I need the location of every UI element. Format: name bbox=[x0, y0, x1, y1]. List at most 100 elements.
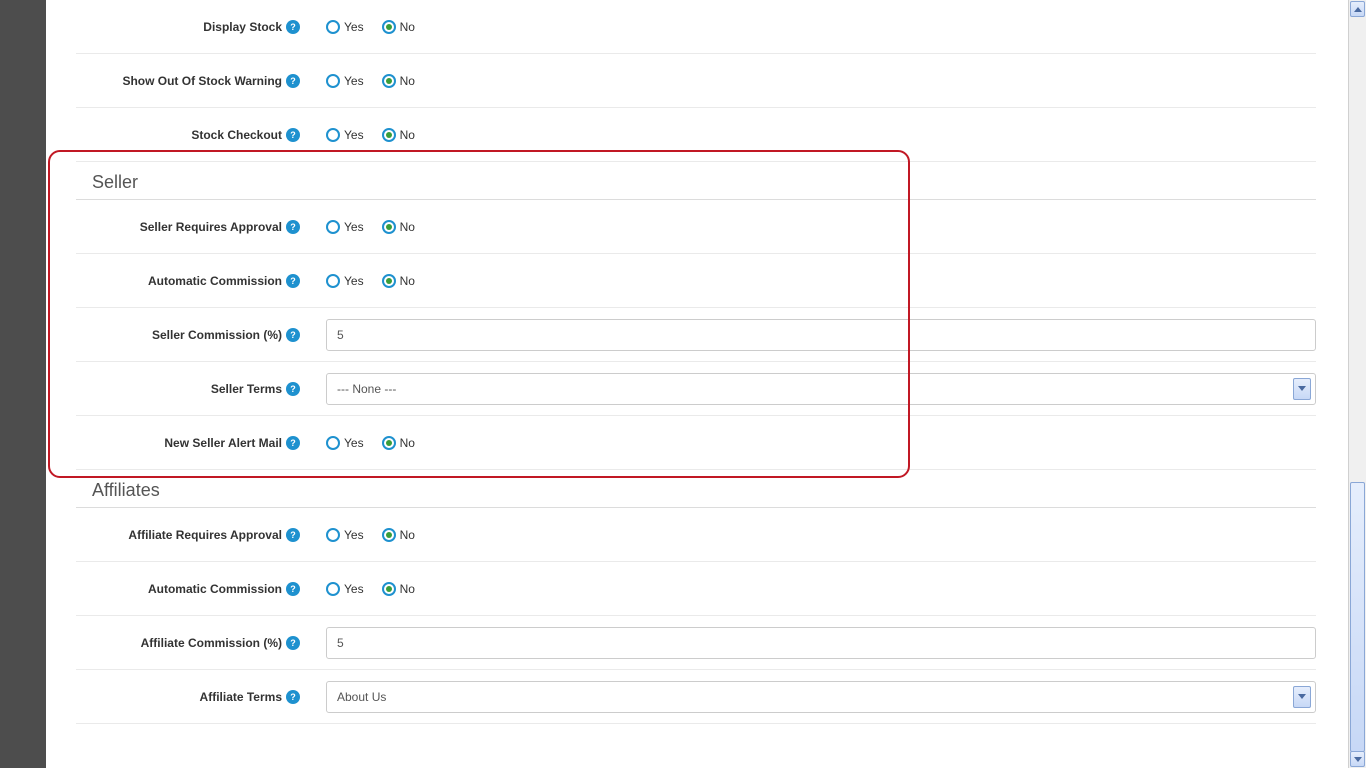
settings-form-panel: Display Stock ? Yes No Show Out O bbox=[46, 0, 1332, 768]
label-affiliate-auto-commission: Automatic Commission ? bbox=[76, 582, 308, 596]
radio-label: No bbox=[400, 528, 415, 542]
help-icon[interactable]: ? bbox=[286, 636, 300, 650]
section-heading-seller: Seller bbox=[76, 162, 1316, 200]
radio-circle-icon bbox=[382, 582, 396, 596]
radio-circle-icon bbox=[382, 436, 396, 450]
admin-sidebar-collapsed bbox=[0, 0, 46, 768]
radio-label: Yes bbox=[344, 274, 364, 288]
radio-label: Yes bbox=[344, 20, 364, 34]
radio-circle-icon bbox=[382, 128, 396, 142]
seller-terms-select[interactable]: --- None --- bbox=[326, 373, 1316, 405]
row-seller-terms: Seller Terms ? --- None --- bbox=[76, 362, 1316, 416]
radio-circle-icon bbox=[326, 128, 340, 142]
help-icon[interactable]: ? bbox=[286, 436, 300, 450]
select-value: About Us bbox=[337, 690, 386, 704]
radio-label: Yes bbox=[344, 582, 364, 596]
radio-circle-icon bbox=[382, 220, 396, 234]
help-icon[interactable]: ? bbox=[286, 220, 300, 234]
radio-group-affiliate-approval: Yes No bbox=[326, 528, 415, 542]
label-text: Seller Commission (%) bbox=[152, 328, 282, 342]
select-value: --- None --- bbox=[337, 382, 396, 396]
window-scrollbar[interactable] bbox=[1348, 0, 1366, 768]
row-affiliate-auto-commission: Automatic Commission ? Yes No bbox=[76, 562, 1316, 616]
radio-yes[interactable]: Yes bbox=[326, 74, 364, 88]
label-text: Automatic Commission bbox=[148, 582, 282, 596]
radio-no[interactable]: No bbox=[382, 20, 415, 34]
label-display-stock: Display Stock ? bbox=[76, 20, 308, 34]
scroll-up-button[interactable] bbox=[1350, 1, 1365, 17]
radio-yes[interactable]: Yes bbox=[326, 128, 364, 142]
label-stock-checkout: Stock Checkout ? bbox=[76, 128, 308, 142]
radio-yes[interactable]: Yes bbox=[326, 436, 364, 450]
row-seller-auto-commission: Automatic Commission ? Yes No bbox=[76, 254, 1316, 308]
scroll-thumb[interactable] bbox=[1350, 482, 1365, 752]
radio-circle-icon bbox=[382, 74, 396, 88]
seller-commission-input[interactable] bbox=[326, 319, 1316, 351]
help-icon[interactable]: ? bbox=[286, 328, 300, 342]
radio-circle-icon bbox=[326, 436, 340, 450]
radio-no[interactable]: No bbox=[382, 220, 415, 234]
radio-label: No bbox=[400, 436, 415, 450]
row-affiliate-terms: Affiliate Terms ? About Us bbox=[76, 670, 1316, 724]
row-affiliate-requires-approval: Affiliate Requires Approval ? Yes No bbox=[76, 508, 1316, 562]
radio-group-seller-approval: Yes No bbox=[326, 220, 415, 234]
radio-circle-icon bbox=[326, 274, 340, 288]
scroll-down-button[interactable] bbox=[1350, 751, 1365, 767]
radio-no[interactable]: No bbox=[382, 582, 415, 596]
help-icon[interactable]: ? bbox=[286, 382, 300, 396]
label-text: Show Out Of Stock Warning bbox=[122, 74, 282, 88]
radio-no[interactable]: No bbox=[382, 528, 415, 542]
help-icon[interactable]: ? bbox=[286, 274, 300, 288]
radio-yes[interactable]: Yes bbox=[326, 582, 364, 596]
affiliate-commission-input[interactable] bbox=[326, 627, 1316, 659]
radio-label: Yes bbox=[344, 128, 364, 142]
row-out-of-stock-warning: Show Out Of Stock Warning ? Yes No bbox=[76, 54, 1316, 108]
radio-group-seller-alert-mail: Yes No bbox=[326, 436, 415, 450]
help-icon[interactable]: ? bbox=[286, 690, 300, 704]
label-text: Affiliate Terms bbox=[200, 690, 282, 704]
radio-label: No bbox=[400, 220, 415, 234]
radio-yes[interactable]: Yes bbox=[326, 274, 364, 288]
label-affiliate-commission: Affiliate Commission (%) ? bbox=[76, 636, 308, 650]
label-seller-alert-mail: New Seller Alert Mail ? bbox=[76, 436, 308, 450]
radio-label: No bbox=[400, 20, 415, 34]
radio-no[interactable]: No bbox=[382, 274, 415, 288]
radio-circle-icon bbox=[326, 582, 340, 596]
radio-yes[interactable]: Yes bbox=[326, 220, 364, 234]
radio-no[interactable]: No bbox=[382, 436, 415, 450]
radio-label: Yes bbox=[344, 528, 364, 542]
radio-label: No bbox=[400, 74, 415, 88]
radio-group-display-stock: Yes No bbox=[326, 20, 415, 34]
radio-no[interactable]: No bbox=[382, 128, 415, 142]
label-text: Automatic Commission bbox=[148, 274, 282, 288]
radio-circle-icon bbox=[326, 528, 340, 542]
label-affiliate-requires-approval: Affiliate Requires Approval ? bbox=[76, 528, 308, 542]
radio-circle-icon bbox=[382, 20, 396, 34]
affiliate-terms-select[interactable]: About Us bbox=[326, 681, 1316, 713]
label-out-of-stock: Show Out Of Stock Warning ? bbox=[76, 74, 308, 88]
label-seller-terms: Seller Terms ? bbox=[76, 382, 308, 396]
row-seller-commission: Seller Commission (%) ? bbox=[76, 308, 1316, 362]
radio-no[interactable]: No bbox=[382, 74, 415, 88]
help-icon[interactable]: ? bbox=[286, 128, 300, 142]
radio-group-affiliate-auto-commission: Yes No bbox=[326, 582, 415, 596]
radio-group-stock-checkout: Yes No bbox=[326, 128, 415, 142]
label-seller-commission: Seller Commission (%) ? bbox=[76, 328, 308, 342]
label-text: Seller Terms bbox=[211, 382, 282, 396]
help-icon[interactable]: ? bbox=[286, 20, 300, 34]
radio-label: Yes bbox=[344, 220, 364, 234]
help-icon[interactable]: ? bbox=[286, 582, 300, 596]
radio-yes[interactable]: Yes bbox=[326, 528, 364, 542]
help-icon[interactable]: ? bbox=[286, 74, 300, 88]
help-icon[interactable]: ? bbox=[286, 528, 300, 542]
radio-label: No bbox=[400, 582, 415, 596]
radio-circle-icon bbox=[326, 74, 340, 88]
radio-label: No bbox=[400, 274, 415, 288]
section-heading-affiliates: Affiliates bbox=[76, 470, 1316, 508]
radio-yes[interactable]: Yes bbox=[326, 20, 364, 34]
radio-group-seller-auto-commission: Yes No bbox=[326, 274, 415, 288]
radio-group-out-of-stock: Yes No bbox=[326, 74, 415, 88]
label-text: Seller Requires Approval bbox=[140, 220, 282, 234]
label-text: New Seller Alert Mail bbox=[164, 436, 282, 450]
label-affiliate-terms: Affiliate Terms ? bbox=[76, 690, 308, 704]
